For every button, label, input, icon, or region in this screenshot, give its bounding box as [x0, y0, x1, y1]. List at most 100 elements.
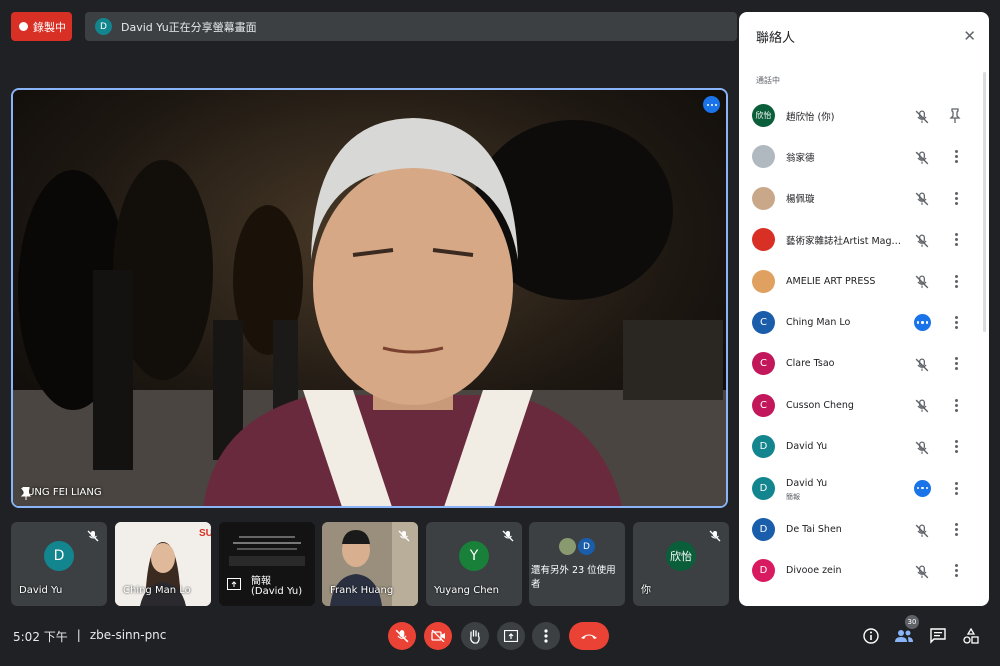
participant-row[interactable]: 翁家德: [739, 136, 989, 177]
participant-row[interactable]: D David Yu: [739, 426, 989, 467]
people-icon: [895, 630, 913, 642]
participant-name: Frank Huang: [330, 585, 394, 596]
activities-button[interactable]: [962, 627, 980, 645]
camera-toggle-button[interactable]: [424, 622, 452, 650]
more-vert-icon[interactable]: [951, 523, 961, 537]
other-participants-tile[interactable]: D 還有另外 23 位使用者: [529, 522, 625, 606]
more-vert-icon[interactable]: [951, 564, 961, 578]
avatar: D: [752, 435, 775, 459]
participant-row[interactable]: 楊佩璇: [739, 178, 989, 219]
avatar: D: [752, 476, 775, 500]
participant-name: 你: [641, 585, 651, 596]
more-options-button[interactable]: [532, 622, 560, 650]
more-vert-icon[interactable]: [951, 440, 961, 454]
present-button[interactable]: [497, 622, 525, 650]
in-call-section-label: 通話中: [756, 76, 780, 85]
participant-row[interactable]: C Ching Man Lo: [739, 302, 989, 343]
avatar: 欣怡: [666, 541, 696, 572]
avatar: C: [752, 393, 775, 417]
participant-row[interactable]: 藝術家雜誌社Artist Magazine: [739, 219, 989, 260]
avatar: D: [752, 518, 775, 541]
participant-tile-yuyang-chen[interactable]: Y Yuyang Chen: [426, 522, 522, 606]
participant-row[interactable]: 欣怡 趙欣怡 (你): [739, 95, 989, 136]
people-button[interactable]: [895, 627, 913, 645]
avatar: C: [752, 352, 775, 376]
recording-label: 錄製中: [33, 20, 66, 34]
participant-row[interactable]: C Cusson Cheng: [739, 385, 989, 426]
mic-off-icon[interactable]: [915, 109, 929, 123]
avatar: [752, 145, 775, 169]
participant-name: Ching Man Lo: [123, 585, 191, 596]
avatar: [559, 538, 576, 555]
mic-off-icon[interactable]: [915, 564, 929, 579]
participant-row[interactable]: D Divooe zein: [739, 550, 989, 591]
more-options-icon[interactable]: [703, 96, 720, 113]
mic-off-icon[interactable]: [915, 398, 929, 413]
participant-name: David Yu: [786, 477, 828, 489]
mic-off-icon[interactable]: [915, 357, 929, 372]
participant-name: Clare Tsao: [786, 358, 835, 370]
mic-off-icon[interactable]: [915, 440, 929, 455]
meeting-details-button[interactable]: [862, 627, 880, 645]
chat-button[interactable]: [929, 627, 947, 645]
speaking-indicator-icon: [914, 479, 931, 497]
avatar: C: [752, 311, 775, 334]
participant-name: 翁家德: [786, 152, 815, 164]
participant-tile-you[interactable]: 欣怡 你: [633, 522, 729, 606]
speaking-indicator-icon: [914, 314, 931, 331]
mic-off-icon: [709, 530, 721, 542]
participant-tile-ching-man-lo[interactable]: SU Ching Man Lo: [115, 522, 211, 606]
chat-icon: [930, 628, 946, 644]
pin-icon[interactable]: [948, 107, 962, 124]
presentation-label: 簡報: [251, 576, 271, 587]
mic-toggle-button[interactable]: [388, 622, 416, 650]
present-screen-icon: [504, 630, 518, 642]
participant-tile-frank-huang[interactable]: Frank Huang: [322, 522, 418, 606]
others-count-label: 還有另外 23 位使用者: [531, 565, 616, 590]
more-vert-icon[interactable]: [951, 357, 961, 371]
participant-row[interactable]: D De Tai Shen: [739, 509, 989, 550]
leave-call-button[interactable]: [569, 622, 609, 650]
mic-off-icon[interactable]: [915, 274, 929, 289]
participant-name: Cusson Cheng: [786, 399, 854, 411]
participant-name: De Tai Shen: [786, 524, 842, 535]
participant-name: 趙欣怡 (你): [786, 111, 835, 123]
more-vert-icon[interactable]: [951, 316, 961, 330]
presentation-owner: (David Yu): [251, 586, 303, 597]
record-dot-icon: [19, 22, 28, 31]
pin-icon: [21, 487, 31, 500]
more-vert-icon[interactable]: [951, 150, 961, 164]
svg-text:SU: SU: [199, 528, 211, 539]
participant-name: 藝術家雜誌社Artist Magazine: [786, 235, 904, 247]
avatar: D: [578, 538, 595, 555]
mic-off-icon[interactable]: [915, 233, 929, 248]
activities-icon: [963, 628, 979, 644]
mic-off-icon[interactable]: [915, 523, 929, 537]
more-vert-icon[interactable]: [951, 481, 961, 495]
raise-hand-button[interactable]: [461, 622, 489, 650]
participant-row[interactable]: AMELIE ART PRESS: [739, 261, 989, 302]
participant-tile-david-yu[interactable]: D David Yu: [11, 522, 107, 606]
more-vert-icon[interactable]: [951, 398, 961, 412]
share-status-text: David Yu正在分享螢幕畫面: [121, 20, 257, 34]
people-panel: 聯絡人 ✕ 通話中 欣怡 趙欣怡 (你) 翁家德楊佩璇藝術家雜誌社Artist Ma…: [739, 12, 989, 606]
presentation-tile[interactable]: 簡報 (David Yu): [219, 522, 315, 606]
more-vert-icon[interactable]: [951, 191, 961, 205]
participant-row[interactable]: D David Yu 簡報: [739, 468, 989, 509]
hang-up-icon: [581, 634, 597, 639]
screen-share-banner: D David Yu正在分享螢幕畫面: [85, 12, 737, 41]
mic-off-icon: [502, 530, 514, 542]
more-vert-icon[interactable]: [951, 274, 961, 288]
recording-indicator[interactable]: 錄製中: [11, 12, 72, 41]
camera-off-icon: [430, 630, 445, 642]
close-icon[interactable]: ✕: [963, 29, 976, 44]
participant-row[interactable]: C Clare Tsao: [739, 343, 989, 384]
mic-off-icon[interactable]: [915, 191, 929, 206]
participant-name: Yuyang Chen: [434, 585, 500, 596]
avatar: [752, 186, 775, 210]
panel-title: 聯絡人: [756, 31, 796, 46]
mic-off-icon[interactable]: [915, 150, 929, 165]
main-speaker-tile[interactable]: YUNG FEI LIANG: [11, 88, 728, 508]
meeting-info: 5:02 下午 | zbe-sinn-pnc: [13, 628, 166, 645]
more-vert-icon[interactable]: [951, 233, 961, 247]
